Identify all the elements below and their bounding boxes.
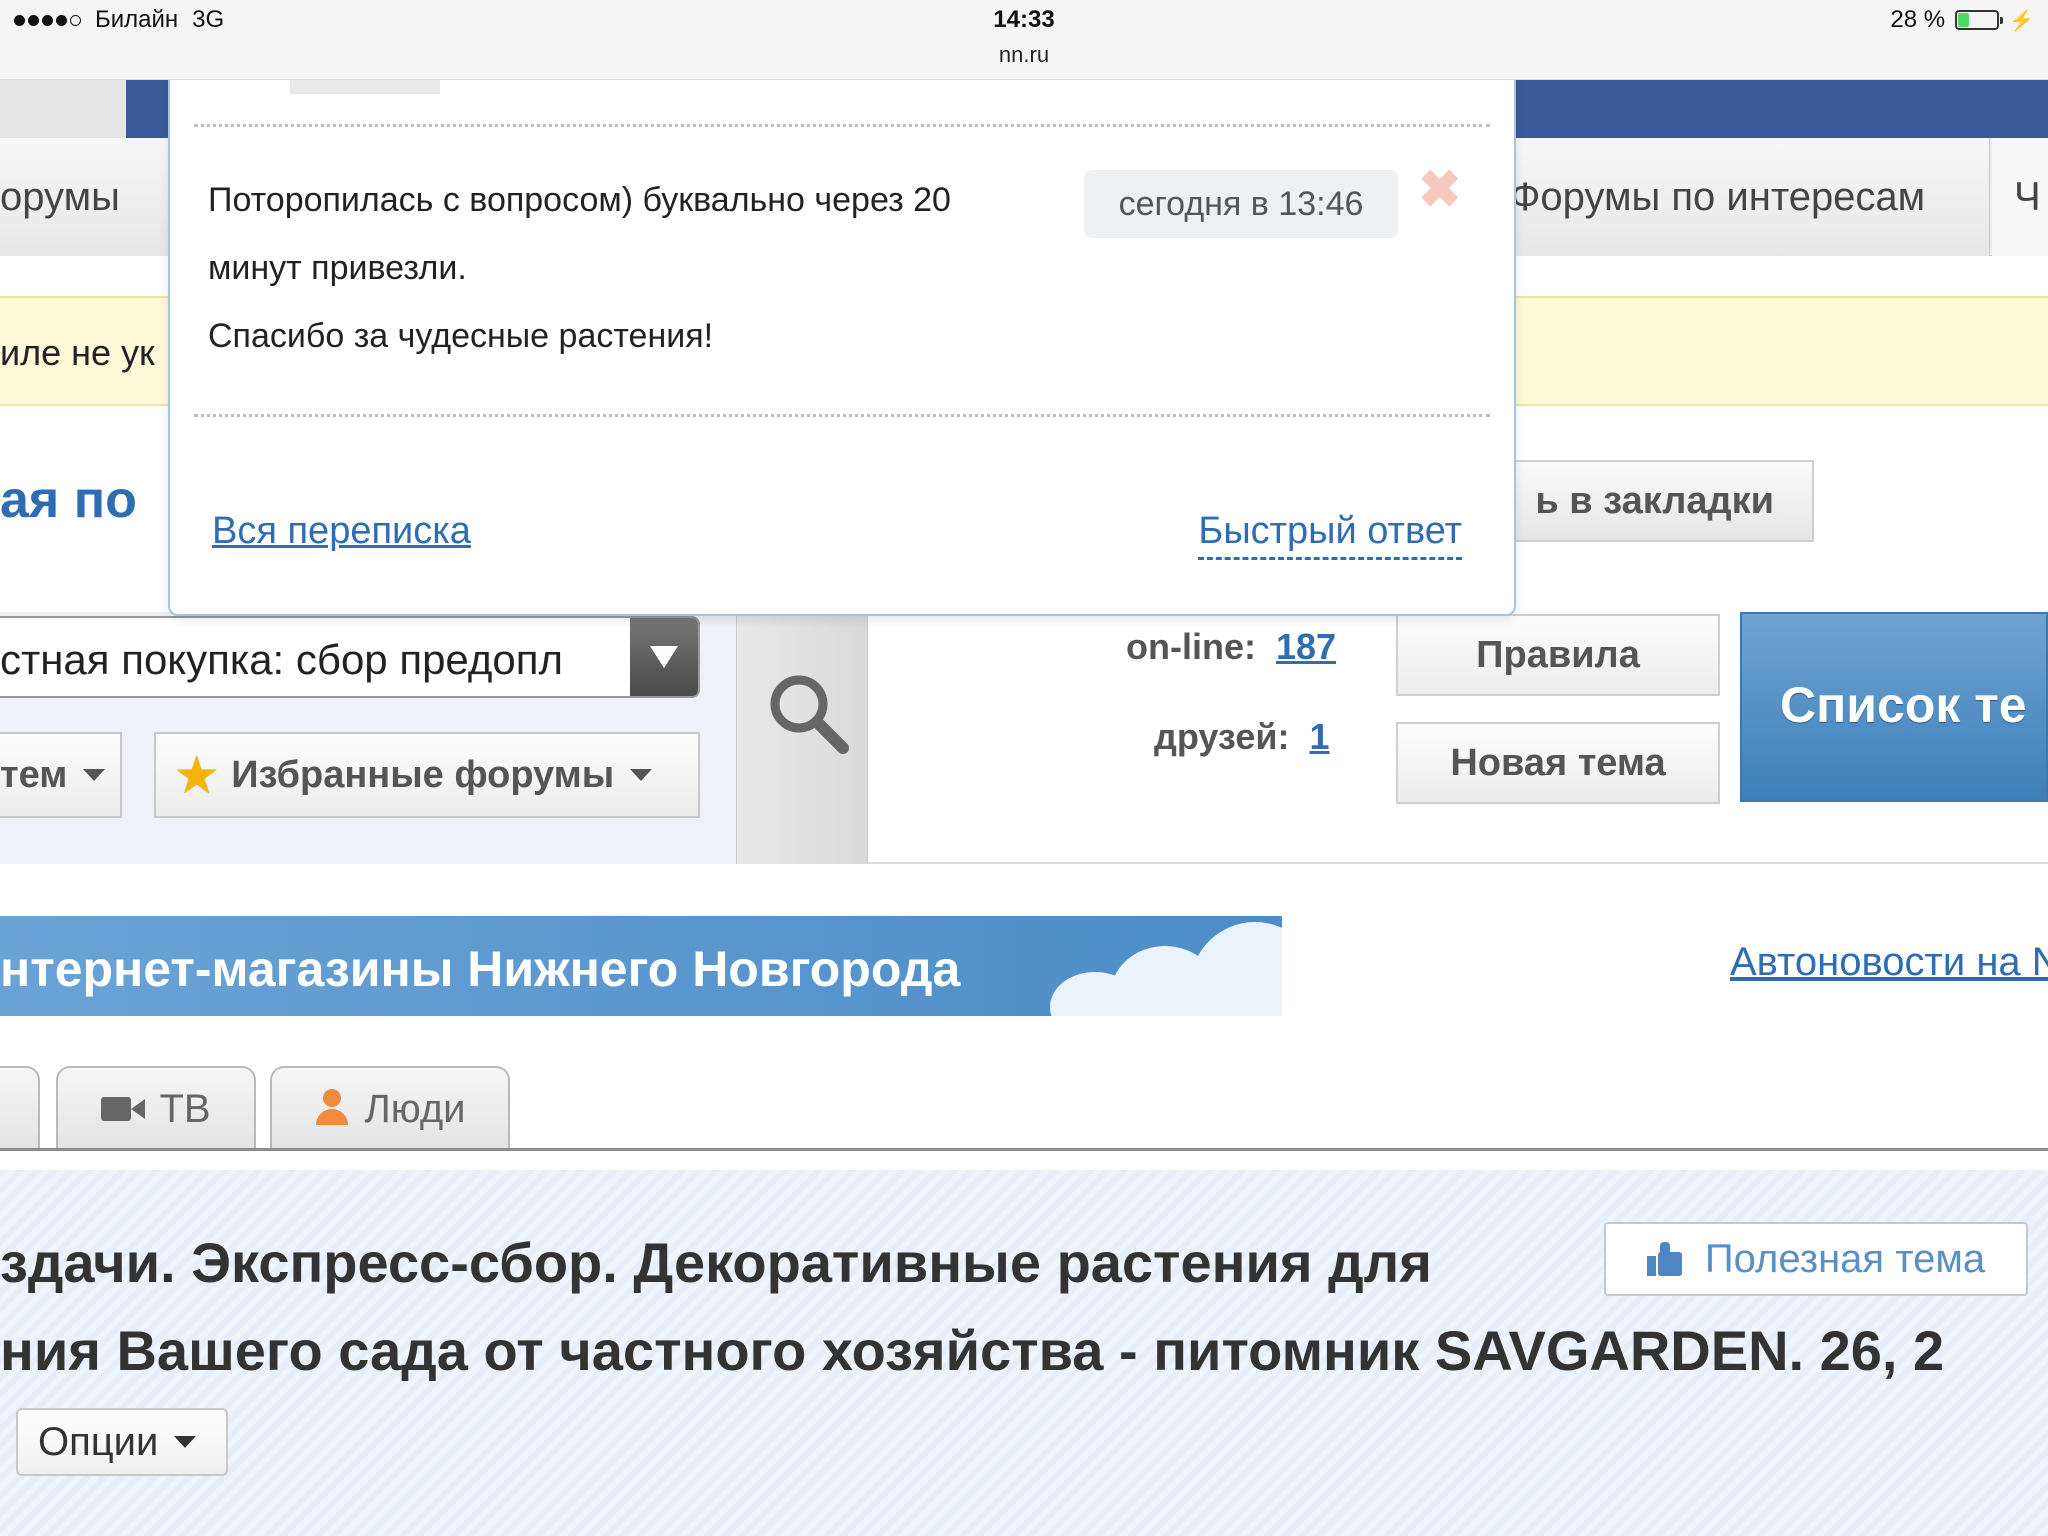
forum-select-value: стная покупка: сбор предопл (0, 636, 563, 683)
banner-text: нтернет-магазины Нижнего Новгорода (0, 941, 961, 997)
topic-title-line-2: ния Вашего сада от частного хозяйства - … (0, 1319, 1945, 1382)
nav-item-partial[interactable]: Ч (1992, 138, 2048, 256)
online-shops-banner[interactable]: нтернет-магазины Нижнего Новгорода (0, 916, 1282, 1016)
auto-news-link[interactable]: Автоновости на N (1730, 940, 2048, 985)
chevron-down-icon (174, 1436, 197, 1448)
online-stat: on-line: 187 (1126, 626, 1336, 668)
cloud-decoration (1190, 922, 1282, 1016)
battery-info: 28 % ⚡ (1890, 6, 2034, 34)
forum-select[interactable]: стная покупка: сбор предопл (0, 616, 700, 698)
private-message-popup: Поторопилась с вопросом) буквально через… (168, 60, 1516, 616)
online-count-link[interactable]: 187 (1276, 626, 1336, 667)
tab-people[interactable]: Люди (270, 1066, 510, 1150)
address-bar-url[interactable]: nn.ru (0, 42, 2048, 68)
person-icon (314, 1089, 350, 1129)
favorite-forums-label: Избранные форумы (231, 753, 615, 796)
ios-status-bar: Билайн 3G 14:33 nn.ru 28 % ⚡ (0, 0, 2048, 80)
tab-partial[interactable] (0, 1066, 40, 1150)
nav-item-forums[interactable]: орумы (0, 138, 170, 256)
header-left-strip (0, 80, 126, 138)
add-bookmark-button[interactable]: ь в закладки (1500, 460, 1814, 542)
favorite-forums-button[interactable]: ★ Избранные форумы (154, 732, 700, 818)
select-dropdown-arrow-icon[interactable] (630, 618, 698, 696)
options-label: Опции (38, 1419, 159, 1464)
friends-count-link[interactable]: 1 (1309, 716, 1329, 757)
video-camera-icon (101, 1095, 146, 1123)
search-button[interactable] (736, 612, 868, 864)
friends-label: друзей: (1154, 716, 1290, 757)
useful-topic-label: Полезная тема (1704, 1236, 1986, 1281)
dotted-divider (194, 414, 1490, 417)
chevron-down-icon (630, 769, 653, 781)
themes-dropdown-button[interactable]: тем (0, 732, 122, 818)
message-line: Спасибо за чудесные растения! (208, 317, 714, 355)
forum-selector-area: стная покупка: сбор предопл тем ★ Избран… (0, 612, 736, 864)
message-line: Поторопилась с вопросом) буквально через… (208, 181, 951, 219)
message-timestamp: сегодня в 13:46 (1084, 170, 1398, 238)
star-icon: ★ (176, 749, 218, 801)
tab-tv-label: ТВ (159, 1086, 211, 1131)
topic-list-button[interactable]: Список те (1740, 612, 2048, 802)
message-text: Поторопилась с вопросом) буквально через… (208, 166, 1048, 370)
all-correspondence-link[interactable]: Вся переписка (212, 510, 471, 553)
dotted-divider (194, 124, 1490, 127)
options-dropdown-button[interactable]: Опции (16, 1408, 228, 1476)
clock: 14:33 (993, 6, 1055, 33)
forum-controls-panel: стная покупка: сбор предопл тем ★ Избран… (0, 612, 2048, 864)
rules-button[interactable]: Правила (1396, 614, 1720, 696)
friends-stat: друзей: 1 (1154, 716, 1330, 758)
nav-item-interest-forums[interactable]: Форумы по интересам (1510, 138, 1990, 256)
close-icon[interactable]: ✖ (1418, 164, 1462, 216)
online-label: on-line: (1126, 626, 1256, 667)
quick-reply-link[interactable]: Быстрый ответ (1198, 510, 1462, 560)
chevron-down-icon (83, 769, 106, 781)
tab-people-label: Люди (364, 1086, 466, 1131)
notice-text: иле не ук (0, 332, 155, 373)
thumbs-up-icon (1646, 1242, 1683, 1276)
new-topic-button[interactable]: Новая тема (1396, 722, 1720, 804)
search-icon (770, 675, 849, 754)
tab-tv[interactable]: ТВ (56, 1066, 256, 1150)
topic-title-line-1: здачи. Экспресс-сбор. Декоративные расте… (0, 1231, 1432, 1294)
themes-label: тем (0, 753, 68, 796)
forum-title-link[interactable]: ая по (0, 470, 137, 530)
message-line: минут привезли. (208, 249, 467, 287)
battery-percent: 28 % (1890, 6, 1946, 33)
useful-topic-button[interactable]: Полезная тема (1604, 1222, 2028, 1296)
charging-icon: ⚡ (2009, 9, 2034, 32)
tabs-divider (0, 1148, 2048, 1151)
battery-icon (1955, 10, 2004, 30)
